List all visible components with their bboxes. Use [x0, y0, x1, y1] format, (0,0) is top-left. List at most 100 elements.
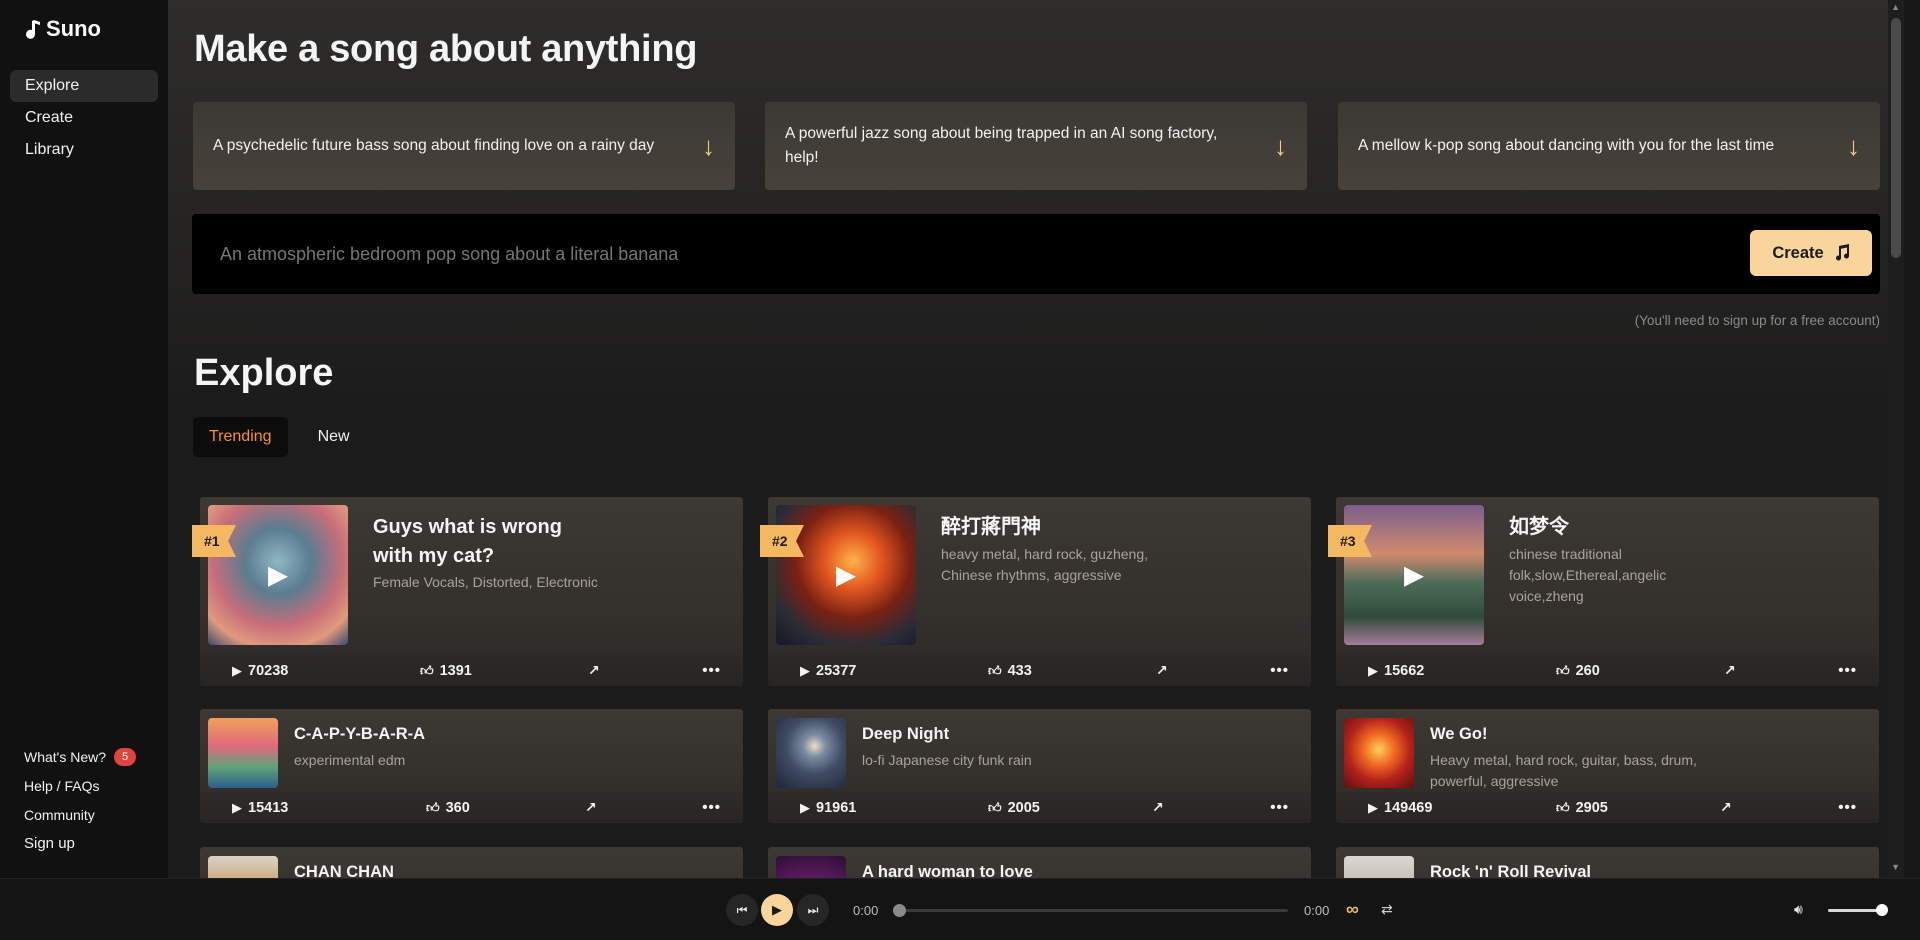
play-count[interactable]: ▶ 91961 — [800, 800, 856, 816]
progress-slider[interactable] — [893, 904, 1288, 917]
volume-slider[interactable] — [1828, 904, 1888, 916]
scroll-up-icon[interactable]: ▲ — [1891, 2, 1900, 12]
play-count[interactable]: ▶ 15413 — [232, 800, 288, 816]
help-faqs-link[interactable]: Help / FAQs — [24, 771, 154, 800]
scroll-down-icon[interactable]: ▼ — [1891, 862, 1900, 872]
song-title[interactable]: C-A-P-Y-B-A-R-A — [294, 725, 425, 744]
play-count[interactable]: ▶ 15662 — [1368, 663, 1424, 679]
like-count[interactable]: 👍︎ 2905 — [1556, 800, 1608, 816]
song-card[interactable]: C-A-P-Y-B-A-R-A experimental edm ▶ 15413 … — [200, 709, 743, 823]
play-icon[interactable]: ▶ — [1404, 560, 1424, 591]
scrollbar-thumb[interactable] — [1891, 18, 1901, 258]
share-icon[interactable]: ↗ — [588, 662, 600, 679]
song-card-featured-1[interactable]: #1 ▶ Guys what is wrong with my cat? Fem… — [192, 497, 743, 686]
more-dots-icon[interactable]: ••• — [1270, 662, 1289, 679]
song-tags: experimental edm — [294, 752, 406, 768]
current-time: 0:00 — [853, 903, 879, 918]
song-tags: chinese traditional folk,slow,Ethereal,a… — [1509, 546, 1667, 604]
more-dots-icon[interactable]: ••• — [1838, 799, 1857, 816]
like-count[interactable]: 👍︎ 260 — [1556, 663, 1600, 679]
tab-trending[interactable]: Trending — [193, 417, 288, 457]
song-title[interactable]: A hard woman to love — [862, 863, 1033, 878]
music-note-icon — [26, 20, 40, 39]
share-icon[interactable]: ↗ — [1152, 799, 1164, 816]
create-button[interactable]: Create — [1750, 230, 1872, 276]
like-count[interactable]: 👍︎ 2005 — [988, 800, 1040, 816]
song-prompt-input[interactable] — [220, 214, 1470, 294]
song-card[interactable]: A hard woman to love — [768, 847, 1311, 878]
like-count[interactable]: 👍︎ 360 — [426, 800, 470, 816]
skip-back-icon[interactable]: ⏮︎ — [726, 894, 758, 926]
play-count-value: 15413 — [248, 799, 289, 816]
like-count-value: 260 — [1575, 662, 1600, 679]
play-icon: ▶ — [1368, 662, 1378, 678]
play-icon: ▶ — [800, 799, 810, 815]
arrow-down-icon: ↓ — [1274, 131, 1287, 161]
play-count-value: 15662 — [1384, 662, 1425, 679]
song-title[interactable]: 如梦令 — [1509, 513, 1739, 542]
scrollbar[interactable]: ▲ ▼ — [1888, 0, 1904, 878]
tab-new[interactable]: New — [302, 417, 366, 457]
volume-icon[interactable]: 🔊︎ — [1794, 901, 1803, 918]
share-icon[interactable]: ↗ — [1156, 662, 1168, 679]
share-icon[interactable]: ↗ — [1720, 799, 1732, 816]
more-dots-icon[interactable]: ••• — [1838, 662, 1857, 679]
prompt-text: A psychedelic future bass song about fin… — [213, 137, 655, 154]
song-card[interactable]: Deep Night lo-fi Japanese city funk rain… — [768, 709, 1311, 823]
play-icon: ▶ — [1368, 799, 1378, 815]
song-cover-image[interactable] — [1344, 718, 1414, 788]
prompt-text: A mellow k-pop song about dancing with y… — [1358, 137, 1775, 154]
sidebar: Suno Explore Create Library What's New? … — [0, 0, 168, 878]
skip-forward-icon[interactable]: ⏭︎ — [797, 894, 829, 926]
prompt-suggestion-2[interactable]: A powerful jazz song about being trapped… — [765, 102, 1307, 190]
prompt-suggestion-3[interactable]: A mellow k-pop song about dancing with y… — [1338, 102, 1880, 190]
play-count[interactable]: ▶ 70238 — [232, 663, 288, 679]
thumbs-up-icon: 👍︎ — [988, 799, 1002, 815]
play-count-value: 70238 — [248, 662, 289, 679]
suno-logo[interactable]: Suno — [22, 16, 101, 42]
sidebar-item-explore[interactable]: Explore — [10, 70, 158, 102]
community-link[interactable]: Community — [24, 800, 154, 829]
song-title[interactable]: Rock 'n' Roll Revival — [1430, 863, 1591, 878]
play-count[interactable]: ▶ 149469 — [1368, 800, 1432, 816]
sign-up-link[interactable]: Sign up — [24, 829, 154, 858]
repeat-icon[interactable]: ⇄ — [1381, 901, 1393, 918]
more-dots-icon[interactable]: ••• — [702, 662, 721, 679]
whats-new-link[interactable]: What's New? 5 — [24, 742, 154, 771]
sidebar-item-create[interactable]: Create — [10, 102, 158, 134]
song-cover-image[interactable] — [208, 856, 278, 878]
song-card-featured-2[interactable]: #2 ▶ 醉打蔣門神 heavy metal, hard rock, guzhe… — [760, 497, 1311, 686]
song-card[interactable]: We Go! Heavy metal, hard rock, guitar, b… — [1336, 709, 1879, 823]
share-icon[interactable]: ↗ — [585, 799, 597, 816]
play-icon[interactable]: ▶ — [268, 560, 288, 591]
song-tags: Heavy metal, hard rock, guitar, bass, dr… — [1430, 752, 1697, 789]
like-count[interactable]: 👍︎ 1391 — [420, 663, 472, 679]
song-card[interactable]: Rock 'n' Roll Revival — [1336, 847, 1879, 878]
song-cover-image[interactable] — [776, 718, 846, 788]
song-title[interactable]: Guys what is wrong with my cat? — [373, 513, 603, 571]
song-title[interactable]: We Go! — [1430, 725, 1487, 744]
song-cover-image[interactable] — [208, 718, 278, 788]
song-prompt-box: Create — [192, 214, 1880, 294]
song-cover-image[interactable] — [1344, 856, 1414, 878]
arrow-down-icon: ↓ — [702, 131, 715, 161]
play-icon[interactable]: ▶ — [836, 560, 856, 591]
song-cover-image[interactable] — [776, 856, 846, 878]
song-title[interactable]: 醉打蔣門神 — [941, 513, 1171, 542]
song-card[interactable]: CHAN CHAN — [200, 847, 743, 878]
more-dots-icon[interactable]: ••• — [702, 799, 721, 816]
play-button[interactable]: ▶ — [761, 894, 793, 926]
progress-knob[interactable] — [893, 904, 906, 917]
song-title[interactable]: Deep Night — [862, 725, 949, 744]
volume-knob[interactable] — [1876, 904, 1888, 916]
prompt-suggestion-1[interactable]: A psychedelic future bass song about fin… — [193, 102, 735, 190]
thumbs-up-icon: 👍︎ — [420, 662, 434, 678]
song-title[interactable]: CHAN CHAN — [294, 863, 394, 878]
like-count[interactable]: 👍︎ 433 — [988, 663, 1032, 679]
infinite-loop-icon[interactable]: ∞ — [1346, 899, 1359, 920]
play-count[interactable]: ▶ 25377 — [800, 663, 856, 679]
song-card-featured-3[interactable]: #3 ▶ 如梦令 chinese traditional folk,slow,E… — [1328, 497, 1879, 686]
share-icon[interactable]: ↗ — [1724, 662, 1736, 679]
sidebar-item-library[interactable]: Library — [10, 134, 158, 166]
more-dots-icon[interactable]: ••• — [1270, 799, 1289, 816]
